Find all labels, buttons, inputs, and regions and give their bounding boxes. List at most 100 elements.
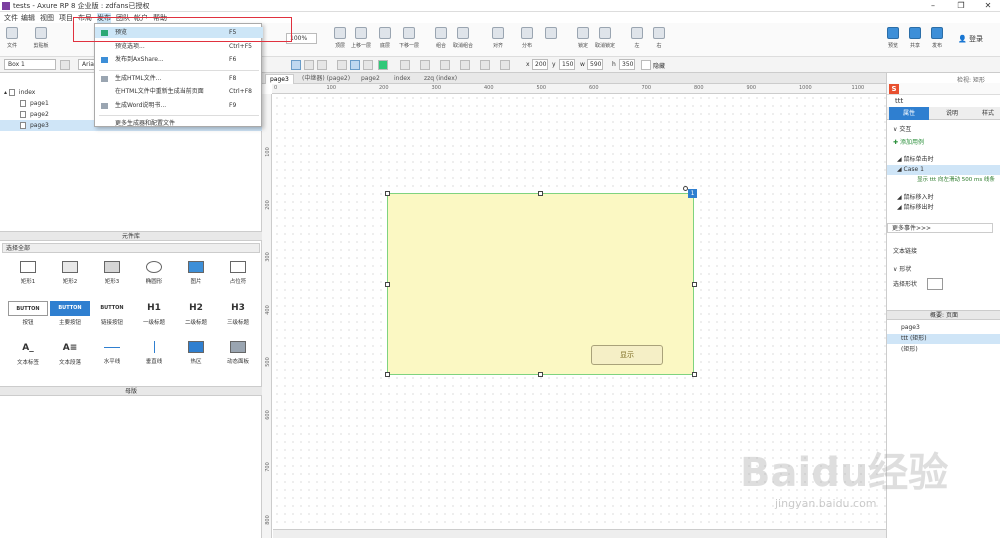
tab-repeater-page2[interactable]: (中继器) (page2) <box>298 74 354 84</box>
valign-bottom-icon[interactable] <box>363 60 373 70</box>
tool-move-down[interactable]: 下移一层 <box>398 27 420 49</box>
publish-menu-item[interactable]: 更多生成器和配置文件 <box>95 118 263 129</box>
tool-left[interactable]: 左 <box>626 27 648 49</box>
event-mouse-leave[interactable]: ◢ 鼠标移出时 <box>887 203 1000 213</box>
tab-page3[interactable]: page3 <box>265 74 294 84</box>
widget-rect3[interactable]: 矩形3 <box>92 261 132 285</box>
widget-hline[interactable]: 水平线 <box>92 341 132 365</box>
outline-item-ttt[interactable]: ttt (矩形) <box>887 334 1000 344</box>
publish-menu-item[interactable]: 生成Word说明书... F9 <box>95 100 263 111</box>
publish-menu-item[interactable]: 发布到AxShare... F6 <box>95 54 263 65</box>
h-input[interactable]: 350 <box>619 59 635 70</box>
valign-top-icon[interactable] <box>337 60 347 70</box>
tool-group[interactable]: 组合 <box>430 27 452 49</box>
y-input[interactable]: 150 <box>559 59 575 70</box>
rotate-handle[interactable] <box>683 186 688 191</box>
tool-distribute[interactable]: 分布 <box>516 27 538 49</box>
w-input[interactable]: 590 <box>587 59 603 70</box>
widget-link[interactable]: BUTTON 链接按钮 <box>92 301 132 326</box>
widget-ellipse[interactable]: 椭圆形 <box>134 261 174 285</box>
resize-handle[interactable] <box>385 191 390 196</box>
preview-button[interactable]: 预览 <box>882 27 904 49</box>
style-paint-icon[interactable] <box>60 60 70 70</box>
resize-handle[interactable] <box>385 282 390 287</box>
line-style-icon[interactable] <box>440 60 450 70</box>
publish-menu-item[interactable]: 预览选项... Ctrl+F5 <box>95 41 263 52</box>
outline-page[interactable]: page3 <box>887 323 1000 333</box>
selected-rectangle-ttt[interactable]: 显示 <box>387 193 694 375</box>
tool-extra[interactable] <box>540 27 562 42</box>
show-button-widget[interactable]: 显示 <box>591 345 663 365</box>
more-events-select[interactable]: 更多事件>>> <box>887 223 993 233</box>
event-mouse-enter[interactable]: ◢ 鼠标移入时 <box>887 193 1000 203</box>
event-click[interactable]: ◢ 鼠标单击时 <box>887 155 1000 165</box>
shape-picker[interactable] <box>927 278 943 290</box>
corner-icon[interactable] <box>480 60 490 70</box>
align-left-icon[interactable] <box>291 60 301 70</box>
valign-middle-icon[interactable] <box>350 60 360 70</box>
line-color-icon[interactable] <box>400 60 410 70</box>
widget-placeholder[interactable]: 占位符 <box>218 261 258 285</box>
fill-color-icon[interactable] <box>378 60 388 70</box>
resize-handle[interactable] <box>385 372 390 377</box>
widget-rect[interactable]: 矩形1 <box>8 261 48 285</box>
align-right-icon[interactable] <box>317 60 327 70</box>
interaction-section[interactable]: ∨ 交互 <box>887 125 1000 135</box>
widget-text[interactable]: H2 二级标题 <box>176 301 216 326</box>
tab-zzq-index[interactable]: zzq (index) <box>420 74 461 84</box>
align-center-icon[interactable] <box>304 60 314 70</box>
hide-checkbox[interactable] <box>641 60 651 70</box>
add-case-link[interactable]: ✚ 添加用例 <box>887 138 1000 148</box>
tool-right[interactable]: 右 <box>648 27 670 49</box>
widget-vline[interactable]: 垂直线 <box>134 341 174 365</box>
case-1[interactable]: ◢ Case 1 <box>887 165 1000 175</box>
tool-align[interactable]: 对齐 <box>487 27 509 49</box>
maximize-icon[interactable]: ❐ <box>950 0 972 12</box>
tool-move-up[interactable]: 上移一层 <box>350 27 372 49</box>
widget-text[interactable]: H1 一级标题 <box>134 301 174 326</box>
widget-name-field[interactable]: ttt <box>895 97 903 105</box>
widget-primary[interactable]: BUTTON 主要按钮 <box>50 301 90 326</box>
tool-lock[interactable]: 锁定 <box>572 27 594 49</box>
outline-item-rect[interactable]: (矩形) <box>887 345 1000 355</box>
menu-view[interactable]: 视图 <box>40 13 54 23</box>
widget-rect2[interactable]: 矩形2 <box>50 261 90 285</box>
file-button[interactable]: 文件 <box>1 27 23 49</box>
widget-text[interactable]: A≡ 文本段落 <box>50 341 90 366</box>
clipboard-button[interactable]: 剪贴板 <box>30 27 52 49</box>
library-select[interactable]: 选择全部 <box>2 243 260 253</box>
style-select[interactable]: Box 1 <box>4 59 56 70</box>
arrow-style-icon[interactable] <box>460 60 470 70</box>
login-button[interactable]: 👤 登录 <box>958 34 983 44</box>
publish-menu-item[interactable]: 在HTML文件中重新生成当前页面 Ctrl+F8 <box>95 86 263 97</box>
menu-file[interactable]: 文件 <box>4 13 18 23</box>
tool-ungroup[interactable]: 取消组合 <box>452 27 474 49</box>
resize-handle[interactable] <box>692 282 697 287</box>
resize-handle[interactable] <box>538 372 543 377</box>
close-icon[interactable]: ✕ <box>977 0 999 12</box>
menu-edit[interactable]: 编辑 <box>21 13 35 23</box>
tab-properties[interactable]: 属性 <box>889 107 929 120</box>
publish-menu-item[interactable]: 生成HTML文件... F8 <box>95 73 263 84</box>
tool-unlock[interactable]: 取消锁定 <box>594 27 616 49</box>
tab-style[interactable]: 样式 <box>975 107 1000 120</box>
widget-dynpanel[interactable]: 动态面板 <box>218 341 258 365</box>
horizontal-scrollbar[interactable] <box>273 529 886 538</box>
resize-handle[interactable] <box>538 191 543 196</box>
widget-button[interactable]: BUTTON 按钮 <box>8 301 48 326</box>
case-action[interactable]: 显示 ttt 向左滑动 500 ms 线条 <box>917 176 997 184</box>
widget-text[interactable]: H3 三级标题 <box>218 301 258 326</box>
tool-bottom-layer[interactable]: 底层 <box>374 27 396 49</box>
line-width-icon[interactable] <box>420 60 430 70</box>
publish-button[interactable]: 发布 <box>926 27 948 49</box>
share-button[interactable]: 共享 <box>904 27 926 49</box>
tool-top-layer[interactable]: 顶层 <box>329 27 351 49</box>
tab-notes[interactable]: 说明 <box>937 107 967 120</box>
widget-image[interactable]: 图片 <box>176 261 216 285</box>
widget-text[interactable]: A_ 文本标签 <box>8 341 48 366</box>
widget-hotspot[interactable]: 热区 <box>176 341 216 365</box>
shape-section[interactable]: ∨ 形状 <box>887 265 1000 275</box>
x-input[interactable]: 200 <box>532 59 548 70</box>
tab-index[interactable]: index <box>390 74 414 84</box>
menu-project[interactable]: 项目 <box>59 13 73 23</box>
